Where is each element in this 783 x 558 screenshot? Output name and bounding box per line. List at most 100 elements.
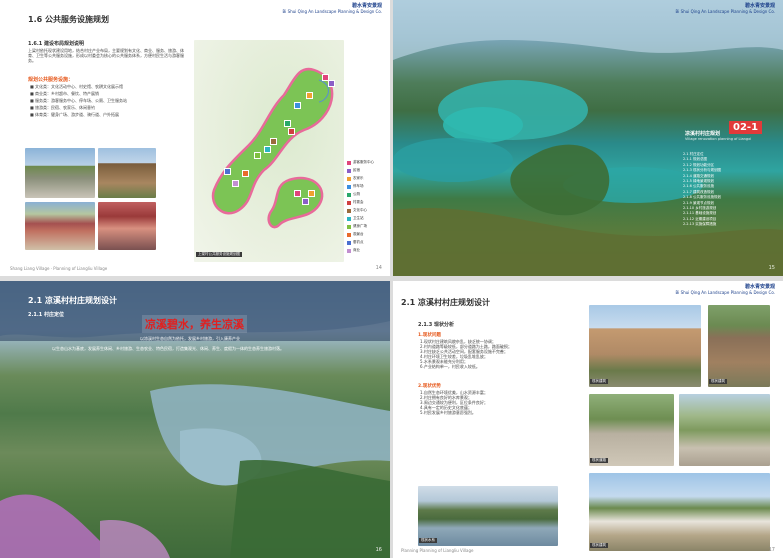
legend-swatch bbox=[347, 216, 351, 221]
legend-label: 村委会 bbox=[353, 200, 364, 204]
map-marker-icon bbox=[294, 102, 301, 109]
legend-item: 商业 bbox=[347, 248, 360, 253]
legend-swatch bbox=[347, 160, 351, 165]
page-15: 碧水青安景观 Bi Shui Qing An Landscape Planning… bbox=[393, 0, 783, 276]
chapter-subtitle: Village renovation planning of Liangxi bbox=[685, 137, 752, 141]
page-number: 15 bbox=[768, 265, 775, 271]
legend-item: 垂钓点 bbox=[347, 240, 364, 245]
map-marker-icon bbox=[264, 146, 271, 153]
toc-item: 2.2.13 实施保障措施 bbox=[682, 222, 717, 227]
map-marker-icon bbox=[232, 180, 239, 187]
subsection-title: 1.6.1 建设布局规划说明 bbox=[28, 41, 84, 47]
legend-swatch bbox=[347, 184, 351, 189]
photo-current-building-2 bbox=[708, 305, 770, 387]
table-of-contents: 2.1 村庄定位 2.1.1 规划总图 2.1.2 规划功能分区 2.1.3 现状分析… bbox=[683, 152, 721, 228]
photo-caption: 现状建筑 bbox=[590, 379, 608, 384]
list-item: 5.村民发展乡村旅游意愿强烈。 bbox=[420, 410, 476, 415]
legend-swatch bbox=[347, 176, 351, 181]
toc-item: 2.1.8 公共服务设施规划 bbox=[682, 195, 721, 200]
legend-swatch bbox=[347, 224, 351, 229]
legend-label: 垂钓点 bbox=[353, 240, 364, 244]
subsection-title: 2.1.3 现状分析 bbox=[418, 322, 454, 328]
map-marker-icon bbox=[294, 190, 301, 197]
legend-swatch bbox=[347, 248, 351, 253]
legend-item: 健身广场 bbox=[347, 224, 367, 229]
positioning-line-2: 以生态山水为基底，发展养生休闲、乡村旅游、生态农业、特色民宿，打造集观光、休闲、… bbox=[52, 346, 284, 351]
page-footer: Shang Liang Village · Planning of Liangl… bbox=[10, 266, 108, 271]
legend-swatch bbox=[347, 232, 351, 237]
map-marker-icon bbox=[270, 138, 277, 145]
map-caption: 上梁村公共服务设施规划图 bbox=[196, 252, 242, 257]
issues-heading: 1.现状问题 bbox=[418, 333, 441, 338]
advantages-list: 1.自然生态环境优美，山水资源丰富； 2.村庄拥有良好的水库景观； 3.周边交通较为… bbox=[420, 390, 580, 415]
legend-label: 农家乐 bbox=[353, 176, 364, 180]
list-item: ■ 服务类：游客服务中心、停车场、公厕、卫生服务站 bbox=[30, 98, 128, 103]
chapter-code: 02-1 bbox=[729, 121, 763, 134]
intro-text: 上梁村依托现状建设用地，结合村庄产业布局，主要规划有文化、商业、服务、旅游、体育… bbox=[28, 48, 184, 63]
legend-label: 文化中心 bbox=[353, 208, 367, 212]
map-marker-icon bbox=[242, 170, 249, 177]
facility-list: ■ 文化类：文化活动中心、村史馆、农耕文化展示馆 ■ 商业类：乡村超市、餐饮、特产… bbox=[30, 84, 190, 119]
legend-item: 村委会 bbox=[347, 200, 364, 205]
map-icon-layer bbox=[194, 40, 344, 262]
map-marker-icon bbox=[224, 168, 231, 175]
chapter-title: 凉溪村村庄规划 bbox=[685, 131, 721, 137]
page-number: 16 bbox=[375, 547, 382, 553]
section-title: 2.1 凉溪村村庄规划设计 bbox=[28, 296, 117, 305]
facility-map: 上梁村公共服务设施规划图 bbox=[194, 40, 344, 262]
legend-swatch bbox=[347, 208, 351, 213]
legend-item: 民宿 bbox=[347, 168, 360, 173]
page-17: 碧水青安景观 Bi Shui Qing An Landscape Planning… bbox=[393, 281, 783, 558]
list-item: ■ 体育类：健身广场、游步道、骑行道、户外拓展 bbox=[30, 112, 120, 117]
photo-current-road-2 bbox=[679, 394, 770, 466]
slogan: 凉溪碧水，养生凉溪 bbox=[142, 315, 247, 333]
page-number: 17 bbox=[768, 547, 775, 553]
photo-current-water bbox=[418, 486, 558, 546]
legend-swatch bbox=[347, 192, 351, 197]
legend-item: 文化中心 bbox=[347, 208, 367, 213]
legend-label: 商业 bbox=[353, 248, 360, 252]
legend-label: 观景台 bbox=[353, 232, 364, 236]
photo-village-houses bbox=[25, 148, 95, 198]
legend-item: 观景台 bbox=[347, 232, 364, 237]
legend-label: 卫生站 bbox=[353, 216, 364, 220]
legend-swatch bbox=[347, 168, 351, 173]
photo-wooden-pavilion bbox=[98, 148, 156, 198]
legend-item: 农家乐 bbox=[347, 176, 364, 181]
legend-swatch bbox=[347, 200, 351, 205]
map-marker-icon bbox=[284, 120, 291, 127]
legend-label: 公厕 bbox=[353, 192, 360, 196]
section-title: 1.6 公共服务设施规划 bbox=[28, 15, 109, 24]
photo-current-road-1 bbox=[589, 394, 674, 466]
legend-swatch bbox=[347, 240, 351, 245]
map-marker-icon bbox=[308, 190, 315, 197]
map-marker-icon bbox=[288, 128, 295, 135]
photo-crowd-festival bbox=[98, 202, 156, 250]
legend-item: 游客服务中心 bbox=[347, 160, 374, 165]
subsection-title: 2.1.1 村庄定位 bbox=[28, 312, 64, 318]
map-marker-icon bbox=[306, 92, 313, 99]
issues-list: 1.现状村庄建筑风貌杂乱，缺乏统一协调； 2.村内道路等级较低，部分道路为土路，路… bbox=[420, 339, 580, 369]
photo-caption: 现状道路 bbox=[590, 458, 608, 463]
list-item: ■ 文化类：文化活动中心、村史馆、农耕文化展示馆 bbox=[30, 84, 124, 89]
page-16: 2.1 凉溪村村庄规划设计 2.1.1 村庄定位 凉溪碧水，养生凉溪 以凉溪村生… bbox=[0, 281, 390, 558]
section-title: 2.1 凉溪村村庄规划设计 bbox=[401, 298, 490, 307]
brand-logo: 碧水青安景观 Bi Shui Qing An Landscape Planning… bbox=[282, 3, 382, 15]
list-item: ■ 旅游类：民宿、农家乐、休闲垂钓 bbox=[30, 105, 96, 110]
page-14: 碧水青安景观 Bi Shui Qing An Landscape Planning… bbox=[0, 0, 390, 276]
list-title: 规划公共服务设施： bbox=[28, 77, 74, 83]
list-item: ■ 商业类：乡村超市、餐饮、特产展销 bbox=[30, 91, 100, 96]
brand-logo: 碧水青安景观 Bi Shui Qing An Landscape Planning… bbox=[675, 3, 775, 15]
advantages-heading: 2.现状优势 bbox=[418, 384, 441, 389]
photo-caption: 现状水系 bbox=[419, 538, 437, 543]
legend-item: 停车场 bbox=[347, 184, 364, 189]
map-marker-icon bbox=[328, 80, 335, 87]
legend-item: 卫生站 bbox=[347, 216, 364, 221]
legend-label: 健身广场 bbox=[353, 224, 367, 228]
legend-label: 民宿 bbox=[353, 168, 360, 172]
photo-market-street bbox=[25, 202, 95, 250]
photo-caption: 现状建筑 bbox=[709, 379, 727, 384]
photo-caption: 现状建筑 bbox=[590, 543, 608, 548]
list-item: 6.产业结构单一，村民收入较低。 bbox=[420, 364, 480, 369]
positioning-line-1: 以凉溪村生态自然为依托，发展乡村旅游，引入康养产业 bbox=[140, 336, 240, 341]
